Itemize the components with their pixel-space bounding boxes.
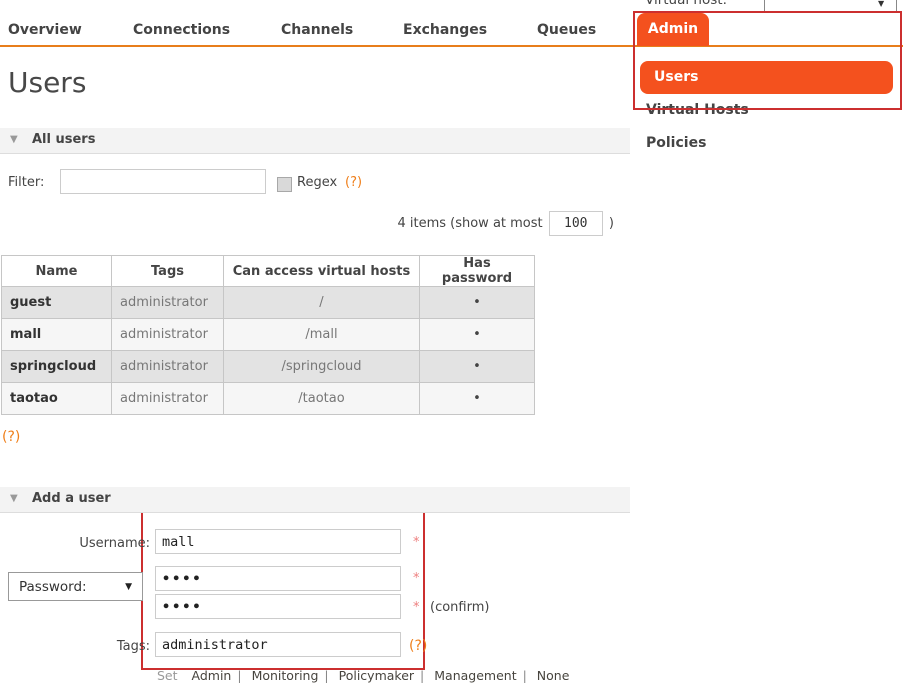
user-tags: administrator xyxy=(112,383,224,415)
sidebar-item-policies[interactable]: Policies xyxy=(646,135,706,151)
section-title: Add a user xyxy=(32,491,111,506)
password-field[interactable] xyxy=(155,566,401,591)
tags-field[interactable] xyxy=(155,632,401,657)
user-vhosts: / xyxy=(224,287,420,319)
items-count-suffix: ) xyxy=(609,216,614,231)
virtual-host-value: All xyxy=(772,0,789,2)
triangle-down-icon: ▼ xyxy=(10,134,18,145)
has-password-dot: • xyxy=(420,319,535,351)
nav-tab-queues[interactable]: Queues xyxy=(537,22,596,38)
sidebar-item-users-selected[interactable]: Users xyxy=(640,61,893,94)
virtual-host-label: Virtual host: xyxy=(645,0,727,8)
tags-label: Tags: xyxy=(0,639,150,654)
user-name-link[interactable]: taotao xyxy=(2,383,112,415)
tag-option-none[interactable]: None xyxy=(537,668,570,683)
required-asterisk: * xyxy=(413,600,420,615)
tag-option-policymaker[interactable]: Policymaker xyxy=(339,668,414,683)
required-asterisk: * xyxy=(413,571,420,586)
chevron-down-icon: ▼ xyxy=(878,0,884,8)
column-header-has-password: Has password xyxy=(420,256,535,287)
section-header-add-user[interactable]: ▼ Add a user xyxy=(0,487,630,513)
column-header-name: Name xyxy=(2,256,112,287)
user-tags: administrator xyxy=(112,351,224,383)
regex-checkbox[interactable] xyxy=(277,177,292,192)
chevron-down-icon: ▼ xyxy=(125,582,132,592)
show-at-most-input[interactable] xyxy=(549,211,603,236)
separator: | xyxy=(237,668,241,683)
items-count-text: 4 items (show at most xyxy=(397,216,542,231)
has-password-dot: • xyxy=(420,287,535,319)
password-confirm-field[interactable] xyxy=(155,594,401,619)
user-tags: administrator xyxy=(112,319,224,351)
set-tags-shortcuts: Set Admin | Monitoring | Policymaker | Mana… xyxy=(157,668,569,683)
username-label: Username: xyxy=(0,536,150,551)
filter-input[interactable] xyxy=(60,169,266,194)
tag-option-admin[interactable]: Admin xyxy=(192,668,232,683)
rabbitmq-users-page: Virtual host: All ▼ Overview Connections… xyxy=(0,0,912,694)
user-tags: administrator xyxy=(112,287,224,319)
has-password-dot: • xyxy=(420,383,535,415)
table-help-link[interactable]: (?) xyxy=(2,429,20,445)
page-title: Users xyxy=(8,66,86,99)
password-mode-select[interactable]: Password: ▼ xyxy=(8,572,143,601)
user-name-link[interactable]: guest xyxy=(2,287,112,319)
nav-tab-exchanges[interactable]: Exchanges xyxy=(403,22,487,38)
set-label: Set xyxy=(157,668,178,683)
separator: | xyxy=(523,668,527,683)
column-header-vhosts: Can access virtual hosts xyxy=(224,256,420,287)
tag-option-monitoring[interactable]: Monitoring xyxy=(252,668,319,683)
nav-tab-connections[interactable]: Connections xyxy=(133,22,230,38)
password-select-label: Password: xyxy=(19,579,87,595)
user-vhosts: /mall xyxy=(224,319,420,351)
column-header-tags: Tags xyxy=(112,256,224,287)
regex-help-link[interactable]: (?) xyxy=(345,175,362,190)
confirm-note: (confirm) xyxy=(430,600,489,615)
table-header-row: Name Tags Can access virtual hosts Has p… xyxy=(2,256,535,287)
tags-help-link[interactable]: (?) xyxy=(409,638,427,654)
section-title: All users xyxy=(32,132,95,147)
nav-tab-admin-selected[interactable]: Admin xyxy=(637,13,709,46)
triangle-down-icon: ▼ xyxy=(10,493,18,504)
filter-label: Filter: xyxy=(8,175,44,190)
nav-tab-channels[interactable]: Channels xyxy=(281,22,353,38)
separator: | xyxy=(324,668,328,683)
nav-tab-overview[interactable]: Overview xyxy=(8,22,82,38)
user-name-link[interactable]: mall xyxy=(2,319,112,351)
table-row: taotao administrator /taotao • xyxy=(2,383,535,415)
table-row: springcloud administrator /springcloud • xyxy=(2,351,535,383)
separator: | xyxy=(420,668,424,683)
nav-underline xyxy=(0,45,903,47)
table-row: guest administrator / • xyxy=(2,287,535,319)
required-asterisk: * xyxy=(413,535,420,550)
section-header-all-users[interactable]: ▼ All users xyxy=(0,128,630,154)
tag-option-management[interactable]: Management xyxy=(434,668,516,683)
has-password-dot: • xyxy=(420,351,535,383)
items-count-row: 4 items (show at most ) xyxy=(0,211,614,236)
user-name-link[interactable]: springcloud xyxy=(2,351,112,383)
user-vhosts: /taotao xyxy=(224,383,420,415)
sidebar-item-virtual-hosts[interactable]: Virtual Hosts xyxy=(646,102,749,118)
user-vhosts: /springcloud xyxy=(224,351,420,383)
username-field[interactable] xyxy=(155,529,401,554)
regex-label: Regex xyxy=(297,175,337,190)
users-table: Name Tags Can access virtual hosts Has p… xyxy=(1,255,535,415)
table-row: mall administrator /mall • xyxy=(2,319,535,351)
